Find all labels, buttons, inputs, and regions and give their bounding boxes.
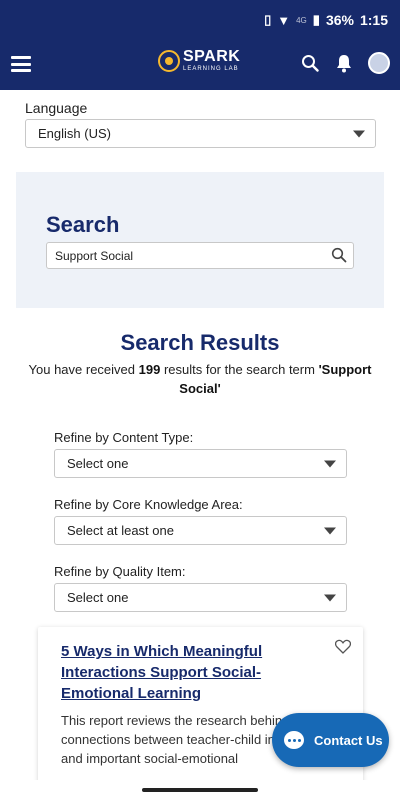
logo-subtitle: LEARNING LAB <box>183 66 239 72</box>
menu-icon[interactable] <box>11 56 31 72</box>
lightbulb-icon <box>158 49 180 72</box>
result-title-link[interactable]: 5 Ways in Which Meaningful Interactions … <box>61 641 326 704</box>
contact-us-label: Contact Us <box>314 732 383 748</box>
main-content: Language English (US) Search Support Soc… <box>0 90 400 780</box>
refine-knowledge-area-value: Select at least one <box>67 523 174 538</box>
system-nav-bar <box>0 780 400 800</box>
chevron-down-icon <box>324 594 336 601</box>
language-label: Language <box>25 100 88 116</box>
refine-quality-item-value: Select one <box>67 590 129 605</box>
refine-knowledge-area-label: Refine by Core Knowledge Area: <box>54 497 243 512</box>
chevron-down-icon <box>353 130 365 137</box>
search-icon[interactable] <box>300 52 320 74</box>
heart-icon[interactable] <box>334 639 352 659</box>
results-middle: results for the search term <box>160 362 319 377</box>
logo-title: SPARK <box>183 48 241 65</box>
search-input-value: Support Social <box>55 248 134 263</box>
refine-quality-item-select[interactable]: Select one <box>54 583 347 612</box>
refine-knowledge-area-select[interactable]: Select at least one <box>54 516 347 545</box>
status-bar: ▯ ▼ 4G ▮ 36% 1:15 <box>0 0 400 40</box>
chat-bubble-icon <box>284 731 304 749</box>
refine-content-type-select[interactable]: Select one <box>54 449 347 478</box>
results-summary: You have received 199 results for the se… <box>14 360 386 398</box>
cell-signal-icon: 4G <box>296 15 307 25</box>
battery-icon: ▮ <box>312 12 320 27</box>
wifi-icon: ▼ <box>277 12 291 28</box>
clock: 1:15 <box>359 12 388 28</box>
results-count: 199 <box>138 362 161 377</box>
bell-icon[interactable] <box>334 52 354 74</box>
avatar[interactable] <box>368 52 390 74</box>
chevron-down-icon <box>324 527 336 534</box>
search-input[interactable]: Support Social <box>46 242 354 269</box>
battery-percent: 36% <box>325 12 354 28</box>
home-gesture-handle[interactable] <box>142 788 258 792</box>
results-prefix: You have received <box>28 362 139 377</box>
vibrate-icon: ▯ <box>264 12 272 27</box>
refine-quality-item-label: Refine by Quality Item: <box>54 564 186 579</box>
app-logo[interactable]: SPARK LEARNING LAB <box>158 49 240 72</box>
chevron-down-icon <box>324 460 336 467</box>
language-select[interactable]: English (US) <box>25 119 376 148</box>
language-select-value: English (US) <box>38 126 111 141</box>
app-header: SPARK LEARNING LAB <box>0 40 400 90</box>
search-submit-icon[interactable] <box>331 247 347 266</box>
refine-content-type-label: Refine by Content Type: <box>54 430 194 445</box>
contact-us-button[interactable]: Contact Us <box>272 713 389 767</box>
refine-content-type-value: Select one <box>67 456 129 471</box>
search-panel: Search Support Social <box>16 172 384 308</box>
search-title: Search <box>46 212 120 237</box>
results-title: Search Results <box>120 330 280 355</box>
